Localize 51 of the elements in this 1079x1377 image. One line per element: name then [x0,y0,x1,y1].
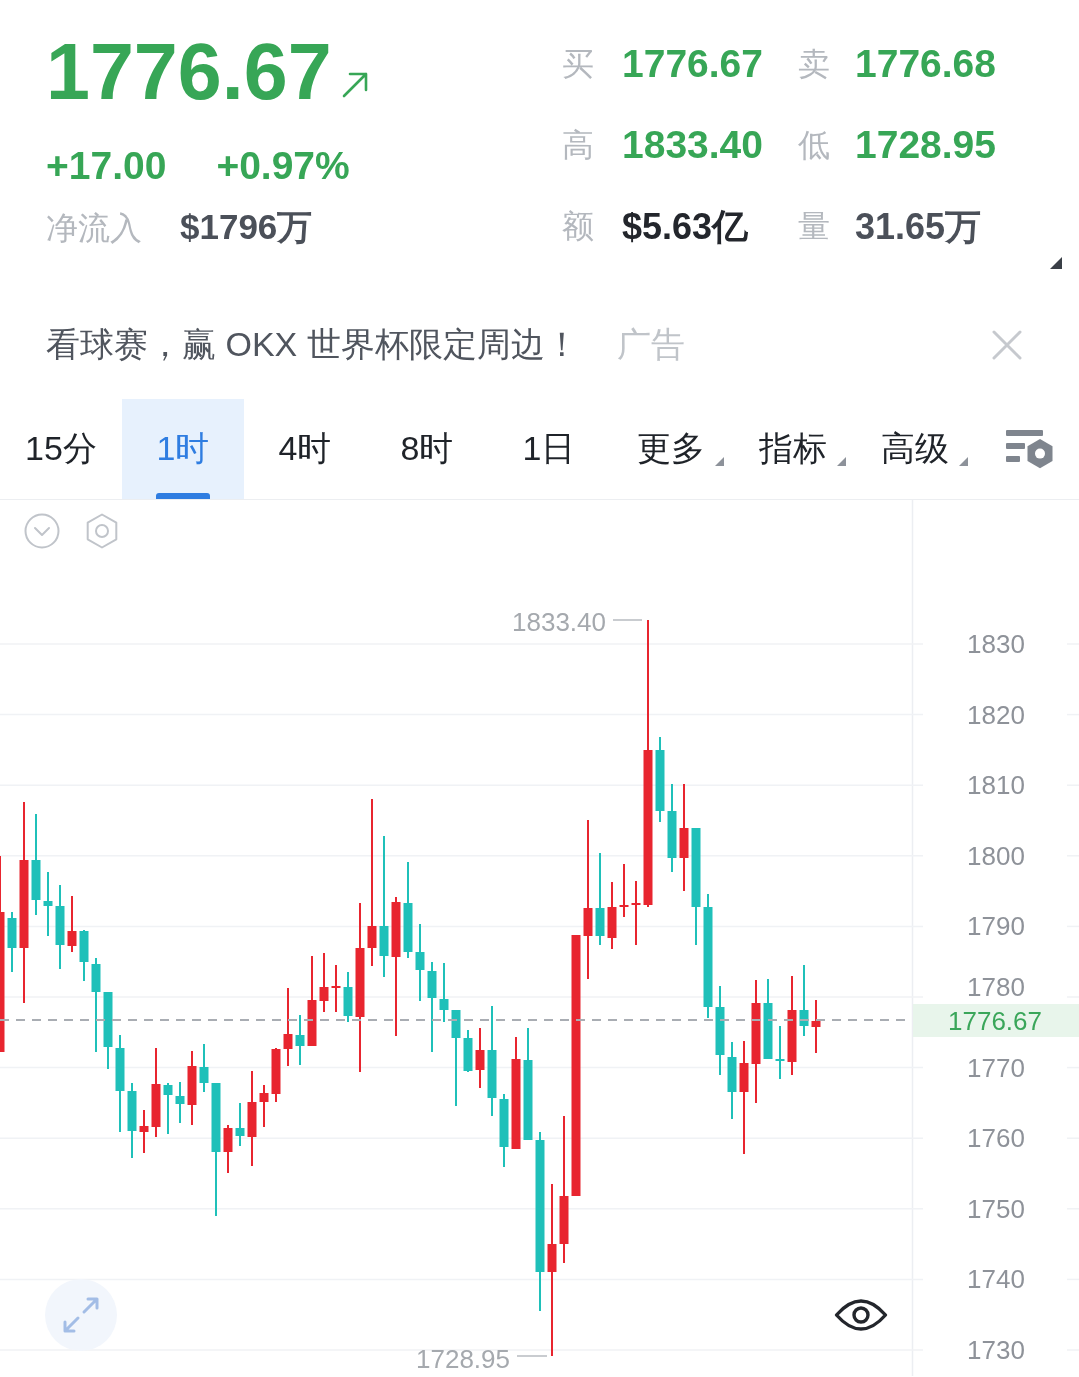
stat-label: 卖 [798,46,830,83]
y-axis-label: 1810 [967,770,1025,801]
close-icon[interactable] [992,329,1022,360]
stat-label: 量 [798,208,830,245]
settings-icon[interactable] [84,513,120,549]
stat-label: 高 [562,127,594,164]
price-change: +17.00 [46,146,167,185]
y-axis-label: 1820 [967,699,1025,730]
ad-label: 广告 [616,323,685,365]
eye-icon[interactable] [834,1296,888,1334]
stat-value: 1833.40 [622,124,763,167]
y-axis-label: 1740 [967,1264,1025,1295]
high-leader-line [612,619,643,621]
stat-value: 1776.68 [855,43,996,86]
timeframe-tab[interactable]: 8时 [366,399,488,499]
timeframe-tab[interactable]: 1时 [122,399,244,499]
y-axis-label: 1800 [967,840,1025,871]
expand-icon[interactable] [45,1279,117,1351]
ad-text[interactable]: 看球赛，赢 OKX 世界杯限定周边！ [46,321,579,368]
y-axis-label: 1750 [967,1193,1025,1224]
y-axis-label: 1770 [967,1052,1025,1083]
high-price-label: 1833.40 [512,607,606,637]
price-change-percent: +0.97% [216,146,350,185]
stat-value: 31.65万 [855,206,982,247]
stat-label: 低 [798,127,830,164]
stat-label: 额 [562,208,594,245]
y-axis-label: 1780 [967,972,1025,1002]
timeframe-tab[interactable]: 更多 [610,399,732,499]
timeframe-tab[interactable]: 1日 [488,399,610,499]
timeframe-tab[interactable]: 4时 [244,399,366,499]
current-price-tag: 1776.67 [913,1004,1079,1037]
timeframe-tab[interactable]: 15分 [0,399,122,499]
y-axis-label: 1790 [967,911,1025,942]
stat-value: 1776.67 [622,43,763,86]
timeframe-tab[interactable]: 指标 [732,399,854,499]
stat-value: $5.63亿 [622,206,749,247]
y-axis-label: 1730 [967,1335,1025,1365]
stat-value: 1728.95 [855,124,996,167]
low-leader-line [516,1355,548,1357]
chart-settings-icon[interactable] [1006,429,1054,469]
y-axis-label: 1760 [967,1123,1025,1154]
corner-caret-icon[interactable] [1050,257,1062,269]
last-price: 1776.67 [46,32,332,111]
chevron-down-circle-icon[interactable] [24,513,60,549]
y-axis-label: 1830 [967,629,1025,659]
timeframe-tab[interactable]: 高级 [854,399,976,499]
active-tab-indicator [156,493,210,499]
stat-label: 买 [562,46,594,83]
net-inflow-label: 净流入 [46,211,142,246]
low-price-label: 1728.95 [416,1344,510,1374]
net-inflow-value: $1796万 [180,209,313,244]
